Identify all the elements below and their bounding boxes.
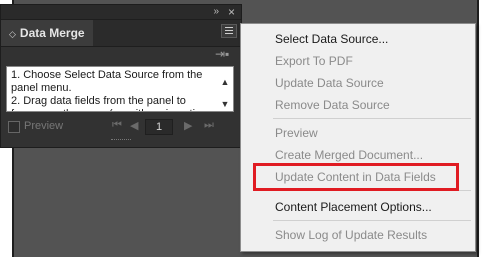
next-record-icon[interactable]: ▶ xyxy=(184,119,192,132)
collapse-icon[interactable]: » xyxy=(213,6,219,17)
panel-top-bar: » × xyxy=(1,5,241,20)
menu-separator xyxy=(273,220,471,221)
menu-separator xyxy=(273,118,471,119)
instructions-text-area: 1. Choose Select Data Source from the pa… xyxy=(6,66,234,112)
panel-menu-button[interactable] xyxy=(221,24,237,38)
menu-item-preview[interactable]: Preview xyxy=(275,126,318,140)
close-icon[interactable]: × xyxy=(228,5,235,19)
scroll-up-icon[interactable]: ▲ xyxy=(220,71,230,93)
menu-item-export-to-pdf[interactable]: Export To PDF xyxy=(275,54,353,68)
insert-field-icon[interactable]: ⇥▪ xyxy=(215,47,229,61)
scroll-arrows[interactable]: ▲ ▼ xyxy=(220,71,230,111)
preview-label: Preview xyxy=(24,120,64,132)
menu-item-create-merged-document[interactable]: Create Merged Document... xyxy=(275,148,423,162)
panel-title: Data Merge xyxy=(19,26,85,40)
instructions-text: 1. Choose Select Data Source from the pa… xyxy=(11,69,207,111)
scroll-down-icon[interactable]: ▼ xyxy=(220,93,230,111)
panel-tab-bar: ◇ Data Merge xyxy=(1,20,241,47)
last-record-icon[interactable]: ⏭ xyxy=(204,119,214,132)
menu-item-content-placement-options[interactable]: Content Placement Options... xyxy=(275,200,432,214)
menu-item-update-data-source[interactable]: Update Data Source xyxy=(275,76,384,90)
page-right-edge xyxy=(477,0,488,257)
menu-item-remove-data-source[interactable]: Remove Data Source xyxy=(275,98,390,112)
record-navigation: Preview ⏮ ◀ 1 ▶ ⏭ xyxy=(0,116,242,138)
record-number-field[interactable]: 1 xyxy=(145,119,173,135)
preview-checkbox[interactable] xyxy=(8,121,20,133)
highlight-annotation xyxy=(253,163,459,191)
menu-item-select-data-source[interactable]: Select Data Source... xyxy=(275,32,388,46)
panel-menu-dropdown: Select Data Source... Export To PDF Upda… xyxy=(240,23,476,252)
chevron-updown-icon: ◇ xyxy=(9,29,16,39)
tab-data-merge[interactable]: ◇ Data Merge xyxy=(1,20,93,46)
panel-resize-grip[interactable] xyxy=(111,139,131,142)
menu-item-show-log[interactable]: Show Log of Update Results xyxy=(275,228,427,242)
first-record-icon[interactable]: ⏮ xyxy=(112,119,122,132)
previous-record-icon[interactable]: ◀ xyxy=(130,119,138,132)
